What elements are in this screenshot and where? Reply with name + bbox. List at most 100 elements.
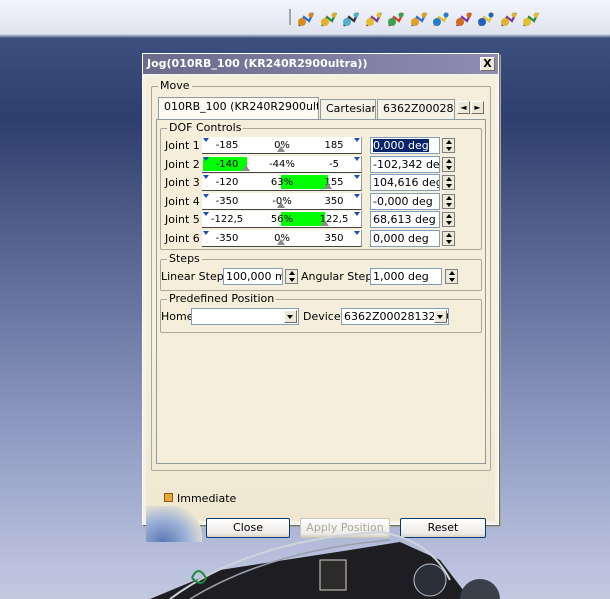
robot-jog-icon[interactable] <box>296 9 316 29</box>
joint-label: Joint 5 <box>165 213 200 226</box>
joint-min: -350 <box>215 232 239 244</box>
dof-group-label: DOF Controls <box>167 121 244 134</box>
robot-snap-icon[interactable] <box>521 9 541 29</box>
jog-dialog: Jog(010RB_100 (KR240R2900ultra)) X Move … <box>142 53 499 542</box>
joint-value: 104,616 deg <box>373 176 440 189</box>
angular-step-input[interactable]: 1,000 deg <box>370 268 442 285</box>
joint-slider[interactable]: -350 -0% 350 <box>202 192 362 210</box>
top-toolbar <box>0 0 610 36</box>
robot-teach-icon[interactable] <box>341 9 361 29</box>
joint-slider[interactable]: -185 0% 185 <box>202 137 362 154</box>
robot-move-icon[interactable] <box>409 9 429 29</box>
joint-value-spinner[interactable] <box>442 156 455 172</box>
joint-percent: 56% <box>270 214 294 225</box>
dialog-titlebar[interactable]: Jog(010RB_100 (KR240R2900ultra)) X <box>143 54 498 74</box>
joint-row: Joint 1 -185 0% 185 0,000 deg <box>165 137 470 155</box>
devices-label: Devices <box>303 310 347 323</box>
toolbar-separator <box>289 9 291 25</box>
joint-label: Joint 3 <box>165 176 200 189</box>
joint-value-input[interactable]: 0,000 deg <box>370 137 440 154</box>
tab-device[interactable]: 6362Z00028132 <box>377 99 455 119</box>
joint-row: Joint 2 -140 -44% -5 -102,342 deg <box>165 155 470 174</box>
joint-max: -5 <box>329 158 339 170</box>
slider-thumb-icon[interactable] <box>324 183 333 189</box>
tab-scroll-right-icon[interactable]: ► <box>471 101 484 114</box>
slider-thumb-icon[interactable] <box>321 220 330 226</box>
robot-manip-icon[interactable] <box>499 9 519 29</box>
joint-min: -350 <box>215 195 239 207</box>
linear-step-input[interactable]: 100,000 mm <box>223 268 283 285</box>
joint-min: -185 <box>215 140 239 151</box>
joint-max: 122,5 <box>319 214 349 225</box>
predefined-position-group: Predefined Position Home Devices 6362Z00… <box>160 292 482 333</box>
joint-value-input[interactable]: 0,000 deg <box>370 229 440 247</box>
joint-value: -102,342 deg <box>373 157 440 171</box>
joint-slider[interactable]: -140 -44% -5 <box>202 155 362 173</box>
max-marker-icon <box>354 193 360 198</box>
tab-robot[interactable]: 010RB_100 (KR240R2900ultra) <box>158 97 319 119</box>
joint-value-input[interactable]: -102,342 deg <box>370 155 440 173</box>
chevron-down-icon[interactable] <box>284 310 297 323</box>
max-marker-icon <box>354 230 360 235</box>
joint-value-input[interactable]: -0,000 deg <box>370 192 440 210</box>
robot-path-icon[interactable] <box>364 9 384 29</box>
joint-min: -140 <box>215 158 239 170</box>
robot-pose-icon[interactable] <box>319 9 339 29</box>
joint-row: Joint 6 -350 0% 350 0,000 deg <box>165 229 470 248</box>
joint-value-input[interactable]: 68,613 deg <box>370 211 440 228</box>
tab-cartesian[interactable]: Cartesian <box>320 99 376 119</box>
joint-slider[interactable]: -122,5 56% 122,5 <box>202 211 362 228</box>
joint-min: -122,5 <box>210 214 244 225</box>
home-dropdown[interactable] <box>191 308 299 325</box>
joint-value: -0,000 deg <box>373 194 433 208</box>
joint-value-spinner[interactable] <box>442 230 455 246</box>
tab-page: DOF Controls Joint 1 -185 0% 185 0,000 d… <box>156 119 486 464</box>
joint-value: 0,000 deg <box>373 231 429 245</box>
steps-group: Steps Linear Step : 100,000 mm Angular S… <box>160 252 482 291</box>
joint-max: 185 <box>324 140 344 151</box>
chevron-down-icon[interactable] <box>434 310 447 323</box>
linear-step-spinner[interactable] <box>285 269 298 284</box>
slider-thumb-icon[interactable] <box>277 201 285 208</box>
move-group-label: Move <box>158 79 192 92</box>
max-marker-icon <box>354 156 360 161</box>
slider-thumb-icon[interactable] <box>277 146 285 152</box>
home-label: Home <box>161 310 194 323</box>
joint-max: 350 <box>324 232 344 244</box>
joint-slider[interactable]: -350 0% 350 <box>202 229 362 247</box>
slider-thumb-icon[interactable] <box>242 164 251 171</box>
tab-scroll-left-icon[interactable]: ◄ <box>457 101 470 114</box>
joint-value-input[interactable]: 104,616 deg <box>370 174 440 191</box>
move-group: Move 010RB_100 (KR240R2900ultra) Cartesi… <box>151 79 491 471</box>
robot-3d-scene[interactable] <box>150 520 610 599</box>
linear-step-label: Linear Step : <box>161 270 231 283</box>
joint-value-spinner[interactable] <box>442 175 455 190</box>
max-marker-icon <box>354 138 360 142</box>
devices-dropdown[interactable]: 6362Z000281320.CATProduct <box>341 308 449 325</box>
joint-percent: 63% <box>270 177 294 188</box>
dialog-title: Jog(010RB_100 (KR240R2900ultra)) <box>147 57 368 70</box>
steps-group-label: Steps <box>167 252 202 265</box>
angular-step-label: Angular Step : <box>301 270 380 283</box>
joint-percent: -44% <box>269 158 295 170</box>
joint-row: Joint 3 -120 63% 155 104,616 deg <box>165 174 470 192</box>
joint-value-spinner[interactable] <box>442 138 455 153</box>
immediate-checkbox[interactable] <box>164 493 173 502</box>
joint-value-spinner[interactable] <box>442 193 455 209</box>
joint-label: Joint 4 <box>165 194 200 208</box>
robot-simulate-icon[interactable] <box>454 9 474 29</box>
joint-max: 350 <box>324 195 344 207</box>
close-icon[interactable]: X <box>480 57 495 71</box>
joint-slider[interactable]: -120 63% 155 <box>202 174 362 191</box>
robot-reset-icon[interactable] <box>476 9 496 29</box>
angular-step-spinner[interactable] <box>445 269 458 284</box>
joint-max: 155 <box>324 177 344 188</box>
joint-value-spinner[interactable] <box>442 212 455 227</box>
joint-min: -120 <box>215 177 239 188</box>
robot-target-icon[interactable] <box>431 9 451 29</box>
joint-value: 68,613 deg <box>373 213 436 226</box>
max-marker-icon <box>354 212 360 216</box>
slider-thumb-icon[interactable] <box>277 238 285 245</box>
joint-row: Joint 4 -350 -0% 350 -0,000 deg <box>165 192 470 211</box>
robot-tag-icon[interactable] <box>386 9 406 29</box>
